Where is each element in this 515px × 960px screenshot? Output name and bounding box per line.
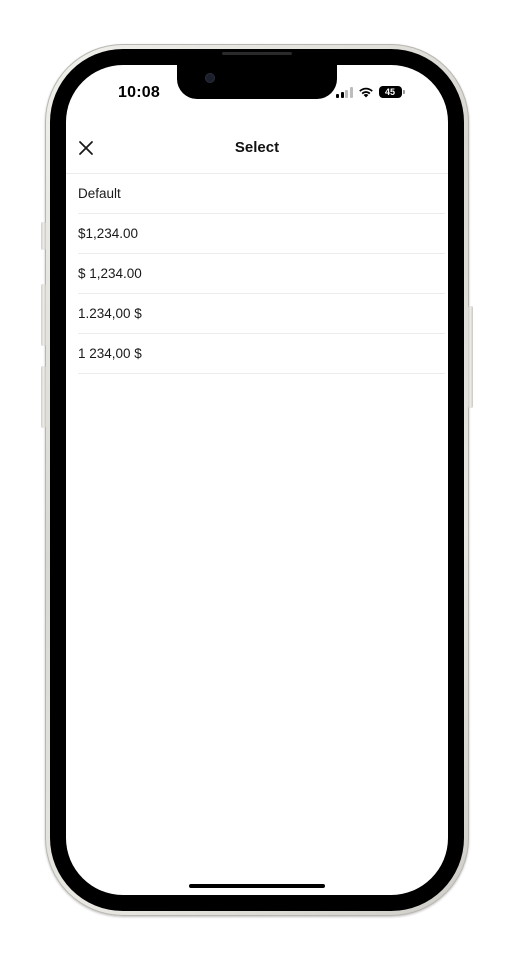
page-title: Select bbox=[234, 139, 280, 156]
option-format-1[interactable]: $1,234.00 bbox=[78, 214, 445, 254]
status-time: 10:08 bbox=[118, 84, 160, 101]
device-mockup: 10:08 45 Select Default $1,234.00 $ 1,23… bbox=[0, 0, 515, 960]
option-format-2[interactable]: $ 1,234.00 bbox=[78, 254, 445, 294]
option-default[interactable]: Default bbox=[78, 174, 445, 214]
camera-icon bbox=[206, 74, 214, 82]
cellular-signal-icon bbox=[336, 86, 353, 98]
silent-switch bbox=[41, 222, 46, 250]
battery-icon: 45 bbox=[378, 86, 405, 98]
currency-format-list: Default $1,234.00 $ 1,234.00 1.234,00 $ … bbox=[78, 174, 445, 374]
earpiece-speaker bbox=[222, 52, 292, 55]
volume-down-button bbox=[41, 366, 46, 428]
volume-up-button bbox=[41, 284, 46, 346]
screen: 10:08 45 Select Default $1,234.00 $ 1,23… bbox=[66, 65, 448, 895]
notch bbox=[177, 65, 337, 99]
power-button bbox=[468, 306, 473, 408]
home-indicator bbox=[189, 884, 325, 888]
status-icons: 45 bbox=[336, 84, 405, 100]
option-format-3[interactable]: 1.234,00 $ bbox=[78, 294, 445, 334]
option-format-4[interactable]: 1 234,00 $ bbox=[78, 334, 445, 374]
wifi-icon bbox=[358, 87, 373, 98]
modal-header: Select bbox=[66, 125, 448, 174]
